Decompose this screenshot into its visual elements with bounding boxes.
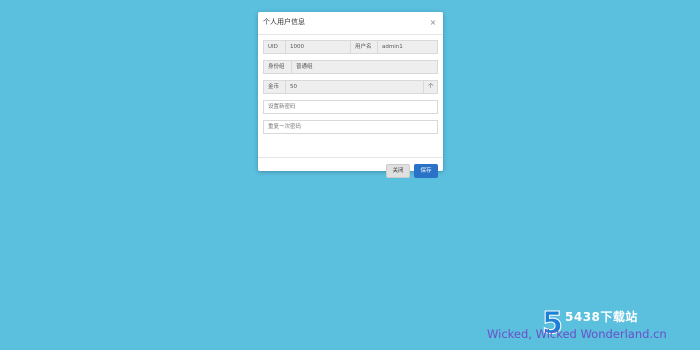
modal-header: 个人用户信息 ×: [258, 12, 443, 35]
coins-unit: 个: [423, 81, 437, 93]
identity-label: 身份组: [264, 61, 292, 73]
user-info-modal: 个人用户信息 × UID 1000 用户名 admin1 身份组 普通组 金币 …: [258, 12, 443, 178]
coins-label: 金币: [264, 81, 286, 93]
new-password-input[interactable]: [264, 101, 437, 113]
close-icon[interactable]: ×: [428, 17, 438, 28]
coins-value: 50: [286, 81, 423, 93]
username-value: admin1: [378, 41, 437, 53]
new-password-row: [263, 100, 438, 114]
watermark-caption: Wicked, Wicked Wonderland.cn: [487, 327, 667, 341]
modal-title: 个人用户信息: [263, 18, 305, 26]
watermark-site-name: 5438下载站: [565, 310, 638, 324]
uid-value: 1000: [286, 41, 350, 53]
username-label: 用户名: [350, 41, 378, 53]
repeat-password-input[interactable]: [264, 121, 437, 133]
save-button[interactable]: 保存: [414, 164, 438, 178]
uid-username-row: UID 1000 用户名 admin1: [263, 40, 438, 54]
watermark: 5 5438下载站 Wicked, Wicked Wonderland.cn: [487, 307, 700, 350]
uid-label: UID: [264, 41, 286, 53]
close-button[interactable]: 关闭: [386, 164, 410, 178]
repeat-password-row: [263, 120, 438, 134]
modal-footer: [258, 157, 443, 158]
identity-row: 身份组 普通组: [263, 60, 438, 74]
coins-row: 金币 50 个: [263, 80, 438, 94]
identity-value: 普通组: [292, 61, 437, 73]
